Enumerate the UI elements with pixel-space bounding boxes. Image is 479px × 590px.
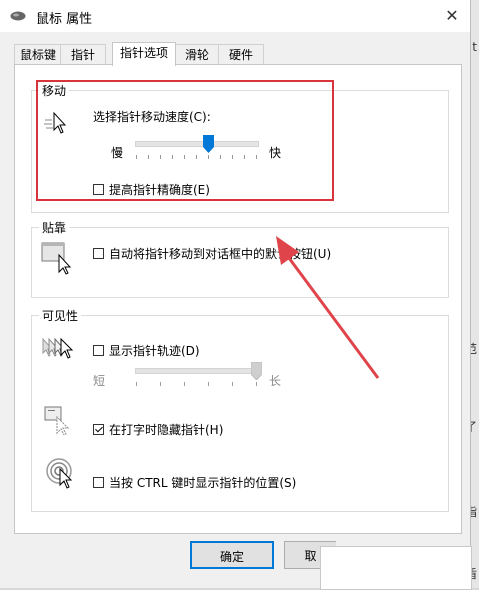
speed-slider-track[interactable] — [135, 141, 259, 147]
speed-slider-thumb[interactable] — [202, 135, 214, 153]
trails-checkbox[interactable] — [93, 345, 104, 356]
close-button[interactable]: ✕ — [438, 2, 466, 30]
trail-slider-ticks — [136, 382, 258, 386]
title-bar: 鼠标 属性 ✕ — [0, 0, 470, 32]
slider-tick — [184, 155, 185, 159]
slider-tick — [160, 155, 161, 159]
ok-button[interactable]: 确定 — [190, 541, 274, 569]
slider-tick — [208, 155, 209, 159]
long-label: 长 — [269, 374, 282, 388]
tab-buttons[interactable]: 鼠标键 — [14, 44, 62, 65]
slider-tick — [196, 155, 197, 159]
tab-hardware[interactable]: 硬件 — [218, 44, 264, 65]
window-title: 鼠标 属性 — [36, 12, 93, 27]
snap-to-icon — [41, 242, 72, 275]
short-label: 短 — [93, 374, 106, 388]
trail-slider-track — [135, 368, 259, 374]
hide-while-typing-option[interactable]: 在打字时隐藏指针(H) — [93, 421, 223, 438]
motion-legend: 移动 — [39, 82, 70, 99]
slider-tick — [160, 382, 161, 386]
snap-legend: 贴靠 — [39, 219, 70, 236]
slider-tick — [220, 155, 221, 159]
visibility-legend: 可见性 — [39, 307, 82, 324]
hide-typing-icon — [44, 406, 70, 435]
speed-label: 选择指针移动速度(C): — [93, 110, 211, 124]
hide-while-typing-checkbox[interactable] — [93, 424, 104, 435]
ctrl-locate-checkbox[interactable] — [93, 477, 104, 488]
hide-while-typing-label: 在打字时隐藏指针(H) — [109, 423, 224, 437]
fast-label: 快 — [269, 146, 282, 160]
precision-option[interactable]: 提高指针精确度(E) — [93, 181, 210, 198]
slider-tick — [256, 155, 257, 159]
pointer-speed-icon — [44, 111, 67, 134]
precision-label: 提高指针精确度(E) — [109, 183, 210, 197]
precision-checkbox[interactable] — [93, 184, 104, 195]
slider-tick — [136, 382, 137, 386]
snap-group — [31, 227, 449, 298]
trail-slider-thumb — [250, 362, 262, 380]
speed-slider-ticks — [136, 155, 258, 159]
snap-option[interactable]: 自动将指针移动到对话框中的默认按钮(U) — [93, 245, 331, 262]
slider-tick — [148, 155, 149, 159]
slider-tick — [208, 382, 209, 386]
slider-tick — [172, 155, 173, 159]
mouse-properties-dialog: 鼠标 属性 ✕ 鼠标键 指针 指针选项 滑轮 硬件 移动 选择指针移动速度(C)… — [0, 0, 472, 590]
tab-pointers[interactable]: 指针 — [60, 44, 106, 65]
slider-tick — [232, 155, 233, 159]
bg-text: t — [472, 40, 477, 54]
mouse-icon — [10, 11, 26, 21]
pointer-trails-icon — [42, 337, 74, 359]
slider-tick — [184, 382, 185, 386]
slow-label: 慢 — [111, 146, 124, 160]
snap-checkbox[interactable] — [93, 248, 104, 259]
slider-tick — [136, 155, 137, 159]
ctrl-locate-label: 当按 CTRL 键时显示指针的位置(S) — [109, 476, 297, 490]
slider-tick — [232, 382, 233, 386]
snap-label: 自动将指针移动到对话框中的默认按钮(U) — [109, 247, 332, 261]
overlapping-window — [320, 546, 472, 590]
tab-wheel[interactable]: 滑轮 — [174, 44, 220, 65]
slider-tick — [244, 155, 245, 159]
tab-pointer-options[interactable]: 指针选项 — [112, 42, 176, 66]
trails-label: 显示指针轨迹(D) — [109, 344, 200, 358]
ctrl-locate-option[interactable]: 当按 CTRL 键时显示指针的位置(S) — [93, 474, 296, 491]
tab-panel-pointer-options: 移动 选择指针移动速度(C): 慢 快 提高指针精确度(E) 贴靠 自动将指针移… — [14, 64, 462, 534]
ctrl-locate-icon — [46, 458, 73, 489]
trails-option[interactable]: 显示指针轨迹(D) — [93, 342, 200, 359]
slider-tick — [256, 382, 257, 386]
